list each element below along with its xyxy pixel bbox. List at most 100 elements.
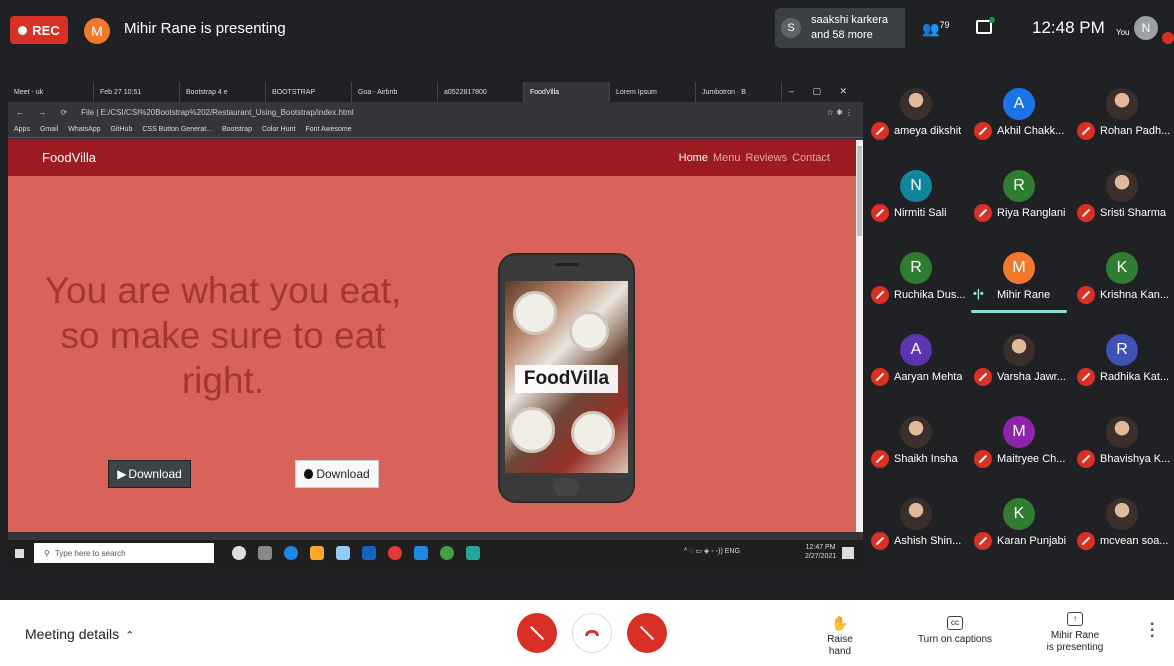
word-icon[interactable] [362,546,376,560]
bookmark-item[interactable]: GitHub [111,126,133,133]
cortana-icon[interactable] [232,546,246,560]
more-options-icon[interactable]: · · · [1150,617,1155,645]
browser-tab[interactable]: Lorem Ipsum [610,82,696,102]
menu-home[interactable]: Home [679,152,708,164]
meeting-clock: 12:48 PM [1032,18,1105,37]
action-center-icon[interactable] [842,547,854,559]
people-button[interactable]: 👥79 [922,20,949,38]
participant-tile[interactable]: Bhavishya K... [1072,408,1174,493]
star-icon[interactable]: ☆ ✱ ⋮ [827,108,863,117]
app-icon[interactable] [466,546,480,560]
self-avatar[interactable]: N [1134,16,1158,40]
scrollbar-thumb[interactable] [857,146,862,236]
bookmark-item[interactable]: Font Awesome [305,126,351,133]
bookmark-item[interactable]: Apps [14,126,30,133]
store-icon[interactable] [336,546,350,560]
participant-name: Aaryan Mehta [894,371,963,383]
page-scrollbar[interactable] [856,140,863,532]
vscode-icon[interactable] [414,546,428,560]
edge-icon[interactable] [284,546,298,560]
apple-icon [304,469,314,479]
phone-screen-food-image: FoodVilla [505,281,628,473]
taskbar-search[interactable]: ⚲ Type here to search [34,543,214,563]
window-controls[interactable]: – ▢ ✕ [789,86,855,97]
bookmark-item[interactable]: Gmail [40,126,58,133]
participant-name: Akhil Chakk... [997,125,1065,137]
participant-tile[interactable]: R Radhika Kat... [1072,326,1174,411]
participant-avatar: A [1003,88,1035,120]
browser-tab[interactable]: Meet - uk [8,82,94,102]
file-explorer-icon[interactable] [310,546,324,560]
browser-tab[interactable]: a0522817800 [438,82,524,102]
browser-tab[interactable]: Jumbotron · B [696,82,782,102]
browser-tab[interactable]: FoodVilla [524,82,610,102]
taskbar-clock[interactable]: 12:47 PM 2/27/2021 [805,543,836,561]
camera-toggle-button[interactable] [627,613,667,653]
participant-name: Varsha Jawr... [997,371,1066,383]
menu-reviews[interactable]: Reviews [746,152,788,164]
participant-tile[interactable]: R Ruchika Dus... [866,244,968,329]
address-bar[interactable]: ← → ⟳ File | E:/CSI/CSI%20Bootstrap%202/… [8,102,863,122]
hand-icon: ✋ [831,615,849,631]
participant-avatar [1003,334,1035,366]
chat-icon[interactable] [976,17,995,34]
menu-menu[interactable]: Menu [713,152,741,164]
chrome-alt-icon[interactable] [440,546,454,560]
participant-avatar [1106,170,1138,202]
participant-tile[interactable]: Ashish Shin... [866,490,968,575]
phone-mockup: FoodVilla [498,253,635,503]
present-icon: ↑ [1067,612,1083,626]
participant-tile[interactable]: A Akhil Chakk... [969,80,1071,165]
presenting-button[interactable]: ↑ Mihir Rane is presenting [1040,612,1110,654]
bookmark-item[interactable]: Bootstrap [222,126,252,133]
windows-start-icon[interactable] [15,549,24,558]
participant-tile[interactable]: K Karan Punjabi [969,490,1071,575]
menu-contact[interactable]: Contact [792,152,830,164]
food-plate-1 [513,291,557,335]
meeting-details-button[interactable]: Meeting details ⌃ [25,626,134,642]
browser-tab[interactable]: Feb 27 10:51 [94,82,180,102]
participant-tile[interactable]: A Aaryan Mehta [866,326,968,411]
people-count: 79 [939,20,950,30]
captions-icon: cc [947,616,963,630]
participant-tile[interactable]: R Riya Ranglani [969,162,1071,247]
top-bar: REC M Mihir Rane is presenting S saakshi… [0,0,1174,58]
browser-tab[interactable]: Bootstrap 4 e [180,82,266,102]
participant-tile[interactable]: M •|• Mihir Rane [969,244,1071,329]
bookmark-item[interactable]: CSS Button Generat... [142,126,212,133]
participant-tile[interactable]: mcvean soa... [1072,490,1174,575]
bookmark-item[interactable]: WhatsApp [68,126,100,133]
bookmarks-bar: Apps Gmail WhatsApp GitHub CSS Button Genera… [8,122,863,138]
participant-tile[interactable]: Rohan Padh... [1072,80,1174,165]
chrome-icon[interactable] [388,546,402,560]
system-tray[interactable]: ^ ◌ ▭ ◈ ◦ ◦)) ENG [684,547,740,555]
browser-tab[interactable]: Goa - Airbnb [352,82,438,102]
task-view-icon[interactable] [258,546,272,560]
nav-arrows-icon[interactable]: ← → ⟳ [8,108,81,117]
mic-off-icon [529,625,545,641]
participant-tile[interactable]: Sristi Sharma [1072,162,1174,247]
participant-avatar: K [1003,498,1035,530]
site-brand[interactable]: FoodVilla [42,150,96,165]
participant-avatar [900,498,932,530]
mic-toggle-button[interactable] [517,613,557,653]
participant-tile[interactable]: M Maitryee Ch... [969,408,1071,493]
mic-off-icon [871,286,889,304]
participant-tile[interactable]: Varsha Jawr... [969,326,1071,411]
raise-hand-button[interactable]: ✋ Raise hand [815,616,865,658]
join-notification[interactable]: S saakshi karkera and 58 more [775,8,905,48]
app-store-download-button[interactable]: Download [295,460,379,488]
bookmark-item[interactable]: Color Hunt [262,126,295,133]
foodvilla-page: FoodVilla Home Menu Reviews Contact You … [8,140,856,532]
play-store-download-button[interactable]: ▶ Download [108,460,191,488]
leave-call-button[interactable] [572,613,612,653]
captions-button[interactable]: cc Turn on captions [913,616,997,646]
participant-tile[interactable]: Shaikh Insha [866,408,968,493]
url-text[interactable]: File | E:/CSI/CSI%20Bootstrap%202/Restau… [81,108,827,117]
presenter-avatar: M [84,18,110,44]
browser-tab[interactable]: BOOTSTRAP [266,82,352,102]
participant-tile[interactable]: ameya dikshit [866,80,968,165]
participant-avatar [1106,88,1138,120]
participant-tile[interactable]: N Nirmiti Sali [866,162,968,247]
participant-tile[interactable]: K Krishna Kan... [1072,244,1174,329]
